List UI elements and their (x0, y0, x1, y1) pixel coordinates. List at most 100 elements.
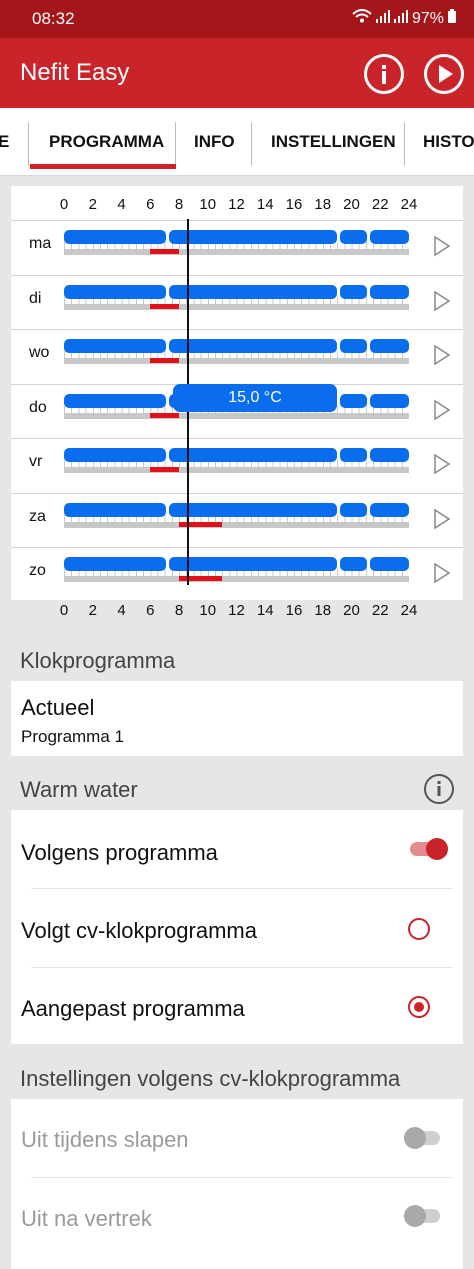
active-tab-indicator (30, 164, 176, 169)
hour-label: 20 (343, 602, 360, 619)
volgt-cv-radio[interactable] (408, 918, 430, 940)
warm-water-info-button[interactable] (424, 774, 454, 804)
option-label: Aangepast programma (21, 996, 245, 1021)
program-bar (168, 339, 338, 353)
tab-divider (404, 122, 405, 166)
option-volgt-cv-klokprogramma[interactable]: Volgt cv-klokprogramma (11, 889, 463, 967)
hotwater-bar (150, 358, 179, 363)
info-button[interactable] (364, 54, 404, 94)
program-bar (370, 284, 409, 299)
hour-label: 10 (199, 196, 217, 213)
instellingen-header: Instellingen volgens cv-klokprogramma (20, 1066, 401, 1091)
day-label: do (29, 398, 47, 416)
aangepast-radio[interactable] (408, 996, 430, 1018)
option-uit-na-vertrek[interactable]: Uit na vertrek (11, 1178, 463, 1256)
day-detail-arrow-icon[interactable] (433, 399, 451, 426)
battery-percentage: 97% (411, 9, 444, 27)
baseline-bar (64, 303, 409, 310)
program-bar (370, 448, 409, 462)
day-row-vr[interactable]: vr (11, 438, 463, 493)
option-aangepast-programma[interactable]: Aangepast programma (11, 968, 463, 1044)
day-detail-arrow-icon[interactable] (433, 235, 451, 262)
tab-programma[interactable]: PROGRAMMA (49, 132, 164, 152)
day-label: di (29, 289, 42, 307)
program-bar (64, 284, 167, 299)
hour-label: 6 (146, 196, 155, 213)
day-row-di[interactable]: di (11, 274, 463, 330)
day-detail-arrow-icon[interactable] (433, 562, 451, 589)
day-label: za (29, 507, 46, 525)
tab-instellingen[interactable]: INSTELLINGEN (271, 132, 396, 152)
hour-label: 16 (285, 196, 303, 213)
hotwater-bar (179, 576, 223, 581)
day-detail-arrow-icon[interactable] (433, 344, 451, 371)
uit-na-vertrek-toggle[interactable] (404, 1205, 444, 1227)
program-bar (340, 230, 368, 244)
day-row-zo[interactable]: zo (11, 547, 463, 602)
program-bar (168, 557, 338, 571)
tab-historie[interactable]: HISTO (423, 132, 474, 152)
option-uit-tijdens-slapen[interactable]: Uit tijdens slapen (11, 1099, 463, 1177)
hotwater-bar (150, 412, 179, 418)
temperature-bubble: 15,0 °C (173, 384, 337, 412)
signal-icon-2 (393, 9, 408, 28)
program-bar (64, 448, 167, 462)
option-label: Uit tijdens slapen (21, 1127, 189, 1152)
program-bar (64, 339, 167, 353)
hour-label: 20 (343, 196, 360, 213)
hour-label: 14 (256, 196, 274, 213)
uit-tijdens-slapen-toggle[interactable] (404, 1127, 444, 1149)
battery-icon (448, 9, 456, 28)
program-bar (168, 284, 338, 299)
program-bar (340, 557, 368, 571)
baseline-bar (64, 249, 409, 255)
hour-label: 18 (314, 602, 332, 619)
day-detail-arrow-icon[interactable] (433, 453, 451, 480)
program-bar (168, 448, 338, 462)
tab-previous[interactable]: E (0, 132, 9, 152)
klokprogramma-card[interactable]: Actueel Programma 1 (11, 681, 463, 756)
day-detail-arrow-icon[interactable] (433, 290, 451, 317)
week-schedule: 0 2 4 6 8 10 12 14 16 18 20 22 24 ma di wo do vr za zo 024… (11, 186, 463, 619)
klokprogramma-title: Actueel (21, 695, 95, 720)
baseline-bar (64, 521, 409, 528)
hour-label: 4 (117, 196, 126, 213)
day-label: vr (29, 453, 43, 470)
program-bar (340, 393, 368, 408)
day-label: zo (29, 562, 46, 579)
day-label: ma (29, 235, 52, 252)
day-row-wo[interactable]: wo (11, 329, 463, 384)
instellingen-card: Uit tijdens slapen Uit na vertrek (11, 1099, 463, 1269)
warm-water-card: Volgens programma Volgt cv-klokprogramma… (11, 810, 463, 1044)
hour-label: 18 (314, 196, 332, 213)
hour-label: 8 (174, 196, 184, 213)
program-bar (64, 557, 167, 571)
hotwater-bar (150, 303, 179, 309)
app-title: Nefit Easy (20, 59, 130, 86)
hour-label: 0 (59, 602, 69, 619)
day-row-za[interactable]: za (11, 492, 463, 548)
status-time: 08:32 (32, 9, 75, 28)
hour-label: 12 (228, 196, 245, 213)
program-bar (370, 339, 409, 353)
hour-label: 2 (88, 196, 97, 213)
volgens-programma-toggle[interactable] (410, 838, 450, 860)
tab-divider (175, 122, 176, 166)
program-bar (340, 339, 368, 353)
tab-divider (28, 122, 29, 166)
tab-info[interactable]: INFO (194, 132, 235, 152)
play-button[interactable] (424, 54, 464, 94)
hour-label: 10 (199, 602, 217, 619)
program-bar (340, 448, 368, 462)
hour-label: 24 (400, 602, 418, 619)
day-detail-arrow-icon[interactable] (433, 508, 451, 535)
hour-label: 24 (400, 196, 418, 213)
status-bar: 08:32 97% (0, 0, 474, 38)
program-bar (168, 502, 338, 517)
day-row-ma[interactable]: ma (11, 220, 463, 275)
hotwater-bar (150, 467, 179, 472)
hour-label: 2 (88, 602, 97, 619)
option-volgens-programma[interactable]: Volgens programma (11, 810, 463, 888)
hotwater-bar (179, 521, 223, 527)
baseline-bar (64, 358, 409, 364)
